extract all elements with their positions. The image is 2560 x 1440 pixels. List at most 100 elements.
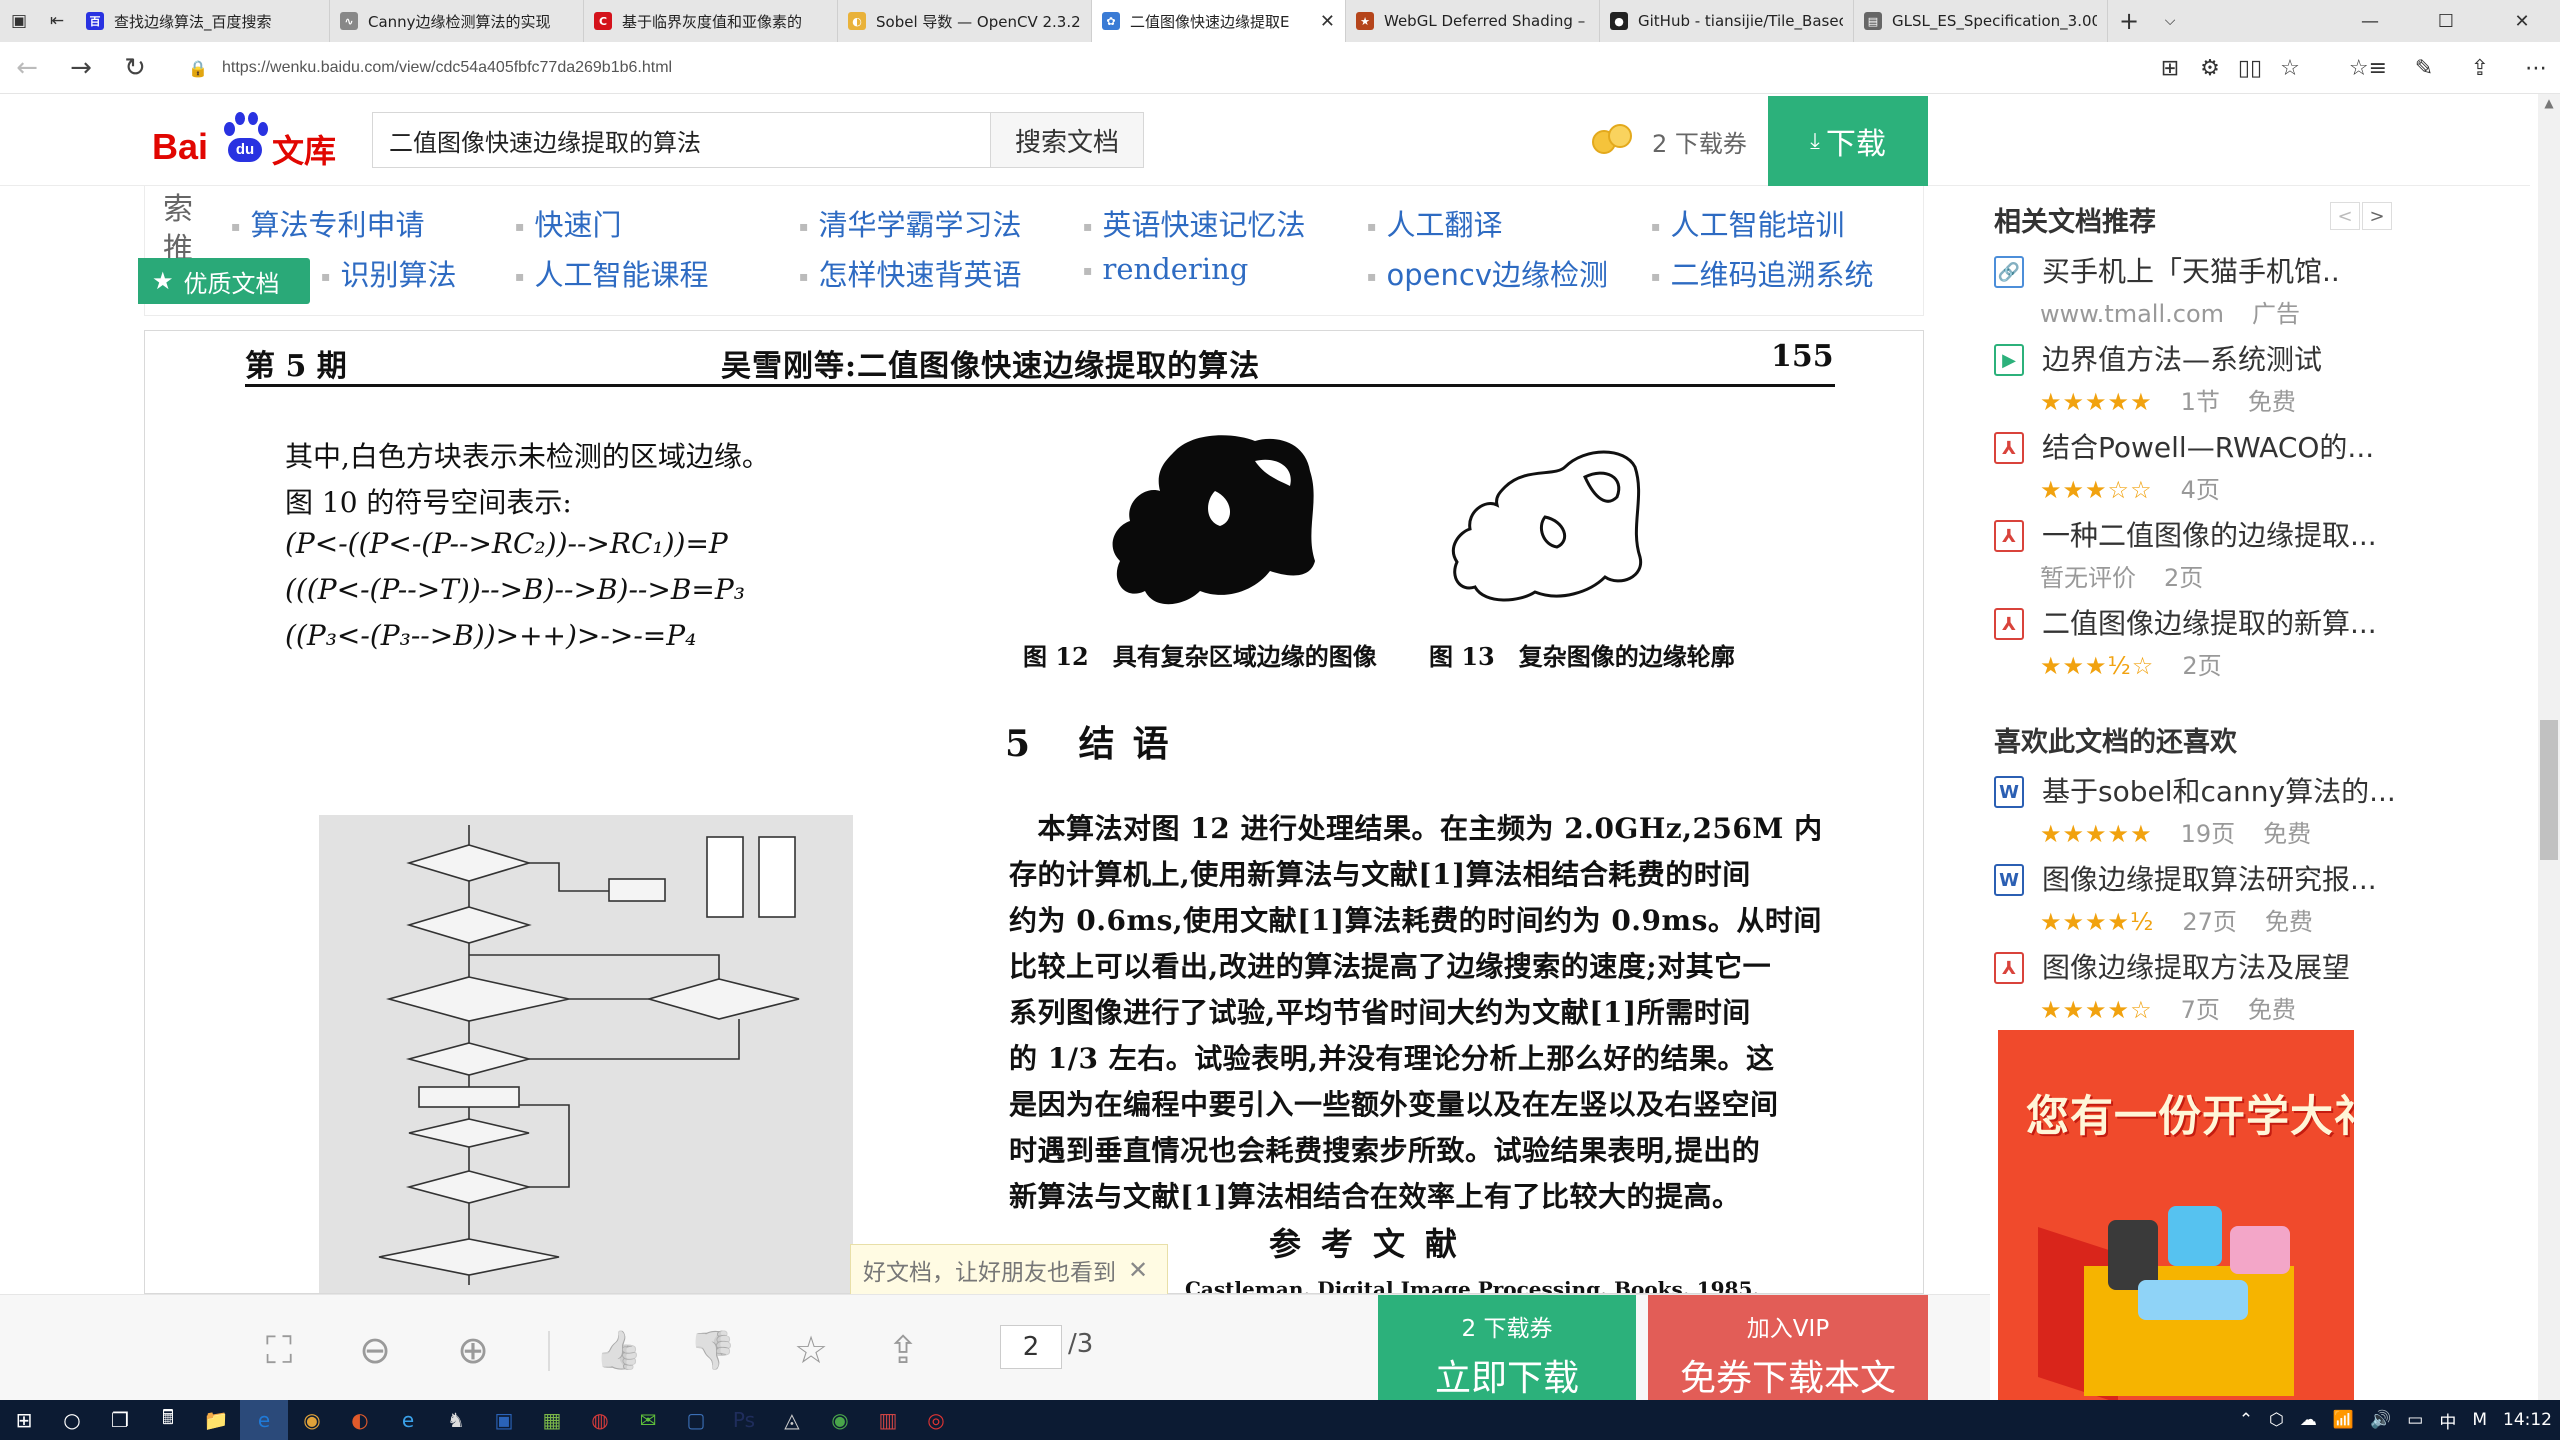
browser-tab[interactable]: ★ WebGL Deferred Shading – xyxy=(1346,0,1600,42)
taskbar-app-icon[interactable]: e xyxy=(384,1400,432,1440)
scroll-up-arrow[interactable]: ▲ xyxy=(2540,96,2558,110)
back-button[interactable]: ← xyxy=(0,53,54,83)
search-docs-button[interactable]: 搜索文档 xyxy=(990,112,1144,168)
browser-tab[interactable]: ✿ 二值图像快速边缘提取E ✕ xyxy=(1092,0,1346,42)
taskbar-app-icon[interactable]: ▢ xyxy=(672,1400,720,1440)
tray-icon[interactable]: ▭ xyxy=(2399,1410,2431,1430)
keyword-link[interactable]: 算法专利申请 xyxy=(231,202,425,244)
tray-icon[interactable]: 📶 xyxy=(2325,1410,2362,1430)
sidebar-doc-name[interactable]: 边界值方法—系统测试 xyxy=(2042,338,2432,378)
taskbar-app-icon[interactable]: ◎ xyxy=(912,1400,960,1440)
taskbar-app-icon[interactable]: ◉ xyxy=(288,1400,336,1440)
sidebar-doc-name[interactable]: 图像边缘提取算法研究报... xyxy=(2042,858,2432,898)
maximize-button[interactable]: ☐ xyxy=(2408,0,2484,42)
tray-icon[interactable]: 🔊 xyxy=(2362,1410,2399,1430)
vip-join-label: 加入VIP xyxy=(1746,1316,1830,1342)
keyword-link[interactable]: 清华学霸学习法 xyxy=(799,202,1022,244)
like-icon[interactable]: 👍 xyxy=(594,1325,644,1375)
browser-tab[interactable]: ▤ GLSL_ES_Specification_3.00. xyxy=(1854,0,2108,42)
extension-icon-1[interactable]: ⊞ xyxy=(2150,56,2190,81)
extension-icon-2[interactable]: ⚙ xyxy=(2190,56,2230,81)
browser-tab[interactable]: ● GitHub - tiansijie/Tile_Basec xyxy=(1600,0,1854,42)
dislike-icon[interactable]: 👎 xyxy=(688,1325,738,1375)
web-note-icon[interactable]: ✎ xyxy=(2396,56,2452,81)
browser-tab[interactable]: C 基于临界灰度值和亚像素的 xyxy=(584,0,838,42)
reading-view-icon[interactable]: ▯▯ xyxy=(2230,56,2270,81)
tray-icon[interactable]: ⬡ xyxy=(2261,1410,2292,1430)
scrollbar-thumb[interactable] xyxy=(2540,720,2558,860)
favorite-star-icon[interactable]: ☆ xyxy=(2270,56,2310,81)
taskbar-app-icon[interactable]: ◬ xyxy=(768,1400,816,1440)
taskbar-app-icon[interactable]: 🖩 xyxy=(144,1400,192,1440)
share-icon[interactable]: ⇪ xyxy=(878,1325,928,1375)
close-tab-icon[interactable]: ✕ xyxy=(1320,11,1335,32)
sidebar-doc-name[interactable]: 买手机上「天猫手机馆.. xyxy=(2042,250,2432,290)
taskbar-app-icon[interactable]: ◉ xyxy=(816,1400,864,1440)
pager-next-button[interactable]: > xyxy=(2362,202,2392,230)
taskbar-app-icon[interactable]: Ps xyxy=(720,1400,768,1440)
keyword-link[interactable]: 人工智能课程 xyxy=(515,252,709,294)
page-number-input[interactable]: 2 xyxy=(1000,1325,1062,1369)
tray-icon[interactable]: 中 xyxy=(2431,1408,2464,1433)
more-icon[interactable]: ⋯ xyxy=(2508,56,2560,81)
sidebar-doc-name[interactable]: 图像边缘提取方法及展望 xyxy=(2042,946,2432,986)
keyword-link[interactable]: 快速门 xyxy=(515,202,622,244)
sidebar-doc-name[interactable]: 一种二值图像的边缘提取... xyxy=(2042,514,2432,554)
tray-icon[interactable]: M xyxy=(2464,1410,2495,1430)
forward-button[interactable]: → xyxy=(54,53,108,83)
sidebar-doc-name[interactable]: 二值图像边缘提取的新算... xyxy=(2042,602,2432,642)
keyword-link[interactable]: 二维码追溯系统 xyxy=(1651,252,1874,294)
tray-icon[interactable]: ☁ xyxy=(2292,1410,2325,1430)
fullscreen-icon[interactable]: ⛶ xyxy=(254,1325,304,1375)
new-tab-button[interactable]: + xyxy=(2108,0,2150,42)
taskbar-app-icon[interactable]: 📁 xyxy=(192,1400,240,1440)
taskbar-app-icon[interactable]: e xyxy=(240,1400,288,1440)
taskbar-app-icon[interactable]: ▦ xyxy=(528,1400,576,1440)
close-icon[interactable]: ✕ xyxy=(2498,1036,2520,1066)
minimize-button[interactable]: — xyxy=(2332,0,2408,42)
download-button[interactable]: ⤓ 下载 xyxy=(1768,96,1928,186)
download-now-button[interactable]: 2 下载券 立即下载 xyxy=(1378,1295,1636,1401)
clock[interactable]: 14:12 xyxy=(2495,1410,2560,1430)
taskbar-app-icon[interactable]: ▥ xyxy=(864,1400,912,1440)
taskbar-app-icon[interactable]: ◍ xyxy=(576,1400,624,1440)
search-icon[interactable]: ○ xyxy=(48,1400,96,1440)
start-icon[interactable]: ⊞ xyxy=(0,1400,48,1440)
keyword-link[interactable]: opencv边缘检测 xyxy=(1367,252,1608,294)
keyword-link[interactable]: 识别算法 xyxy=(321,252,457,294)
task-view-icon[interactable]: ❐ xyxy=(96,1400,144,1440)
search-input[interactable]: 二值图像快速边缘提取的算法 xyxy=(372,112,990,168)
browser-tab[interactable]: ∿ Canny边缘检测算法的实现 xyxy=(330,0,584,42)
tabs-aside-icon[interactable]: ⇤ xyxy=(38,0,76,42)
keyword-link[interactable]: rendering xyxy=(1083,252,1249,286)
url-text[interactable]: https://wenku.baidu.com/view/cdc54a405fb… xyxy=(222,59,672,77)
tray-icon[interactable]: ⌃ xyxy=(2231,1410,2261,1430)
baidu-wenku-logo[interactable]: Bai du 文库 xyxy=(152,108,352,170)
keyword-link[interactable]: 英语快速记忆法 xyxy=(1083,202,1306,244)
taskbar-app-icon[interactable]: ◐ xyxy=(336,1400,384,1440)
taskbar-app-icon[interactable]: ✉ xyxy=(624,1400,672,1440)
close-icon[interactable]: ✕ xyxy=(1128,1256,1148,1284)
vip-download-button[interactable]: 加入VIP 免券下载本文 xyxy=(1648,1295,1928,1401)
taskbar-app-icon[interactable]: ▣ xyxy=(480,1400,528,1440)
promo-banner[interactable]: 您有一份开学大礼未领取 xyxy=(1998,1030,2354,1400)
keyword-link[interactable]: 怎样快速背英语 xyxy=(799,252,1022,294)
sidebar-doc-name[interactable]: 基于sobel和canny算法的... xyxy=(2042,770,2432,810)
browser-tab[interactable]: 百查找边缘算法_百度搜索 xyxy=(76,0,330,42)
favorite-icon[interactable]: ☆ xyxy=(786,1325,836,1375)
refresh-button[interactable]: ↻ xyxy=(108,53,162,83)
tab-actions-icon[interactable]: ▣ xyxy=(0,0,38,42)
url-field[interactable]: 🔒 https://wenku.baidu.com/view/cdc54a405… xyxy=(188,50,2148,86)
favorites-hub-icon[interactable]: ☆≡ xyxy=(2340,56,2396,81)
keyword-link[interactable]: 人工智能培训 xyxy=(1651,202,1845,244)
taskbar-app-icon[interactable]: ♞ xyxy=(432,1400,480,1440)
browser-tab[interactable]: ◐ Sobel 导数 — OpenCV 2.3.2 xyxy=(838,0,1092,42)
keyword-link[interactable]: 人工翻译 xyxy=(1367,202,1503,244)
tab-preview-dropdown[interactable]: ⌵ xyxy=(2150,0,2190,42)
share-icon[interactable]: ⇪ xyxy=(2452,56,2508,81)
zoom-in-icon[interactable]: ⊕ xyxy=(448,1325,498,1375)
close-window-button[interactable]: ✕ xyxy=(2484,0,2560,42)
sidebar-doc-name[interactable]: 结合Powell—RWACO的... xyxy=(2042,426,2432,466)
pager-prev-button[interactable]: < xyxy=(2330,202,2360,230)
zoom-out-icon[interactable]: ⊖ xyxy=(350,1325,400,1375)
